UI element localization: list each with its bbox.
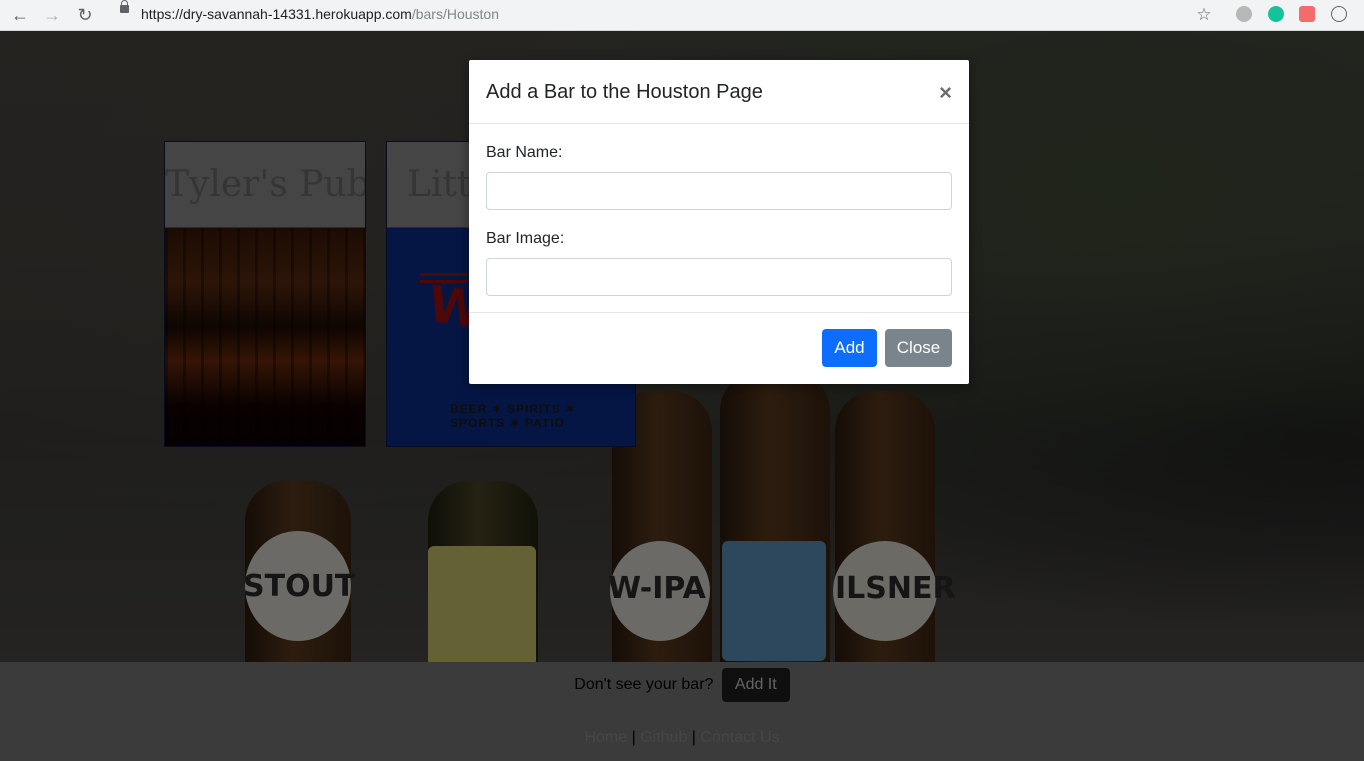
bar-image-label: Bar Image: <box>486 230 565 247</box>
close-icon[interactable]: × <box>939 80 952 106</box>
forward-arrow-icon[interactable]: → <box>41 4 63 26</box>
close-button[interactable]: Close <box>885 329 952 367</box>
extension-icon[interactable] <box>1299 6 1315 22</box>
bar-image-input[interactable] <box>486 258 952 296</box>
bar-name-input[interactable] <box>486 172 952 210</box>
bar-name-label: Bar Name: <box>486 144 563 161</box>
grammarly-icon[interactable] <box>1268 6 1284 22</box>
lock-icon <box>120 0 129 13</box>
add-button[interactable]: Add <box>822 329 877 367</box>
back-arrow-icon[interactable]: ← <box>9 4 31 26</box>
add-bar-modal: Add a Bar to the Houston Page × Bar Name… <box>469 60 969 384</box>
reload-icon[interactable]: ↻ <box>74 4 96 26</box>
bookmark-star-icon[interactable]: ☆ <box>1193 4 1215 26</box>
modal-title: Add a Bar to the Houston Page <box>486 81 763 103</box>
browser-toolbar: ← → ↻ https://dry-savannah-14331.herokua… <box>0 0 1364 31</box>
extension-icon[interactable] <box>1331 6 1347 22</box>
modal-footer: Add Close <box>469 312 969 385</box>
extension-icon[interactable] <box>1236 6 1252 22</box>
url-text[interactable]: https://dry-savannah-14331.herokuapp.com… <box>141 6 499 22</box>
modal-header: Add a Bar to the Houston Page × <box>469 60 969 124</box>
